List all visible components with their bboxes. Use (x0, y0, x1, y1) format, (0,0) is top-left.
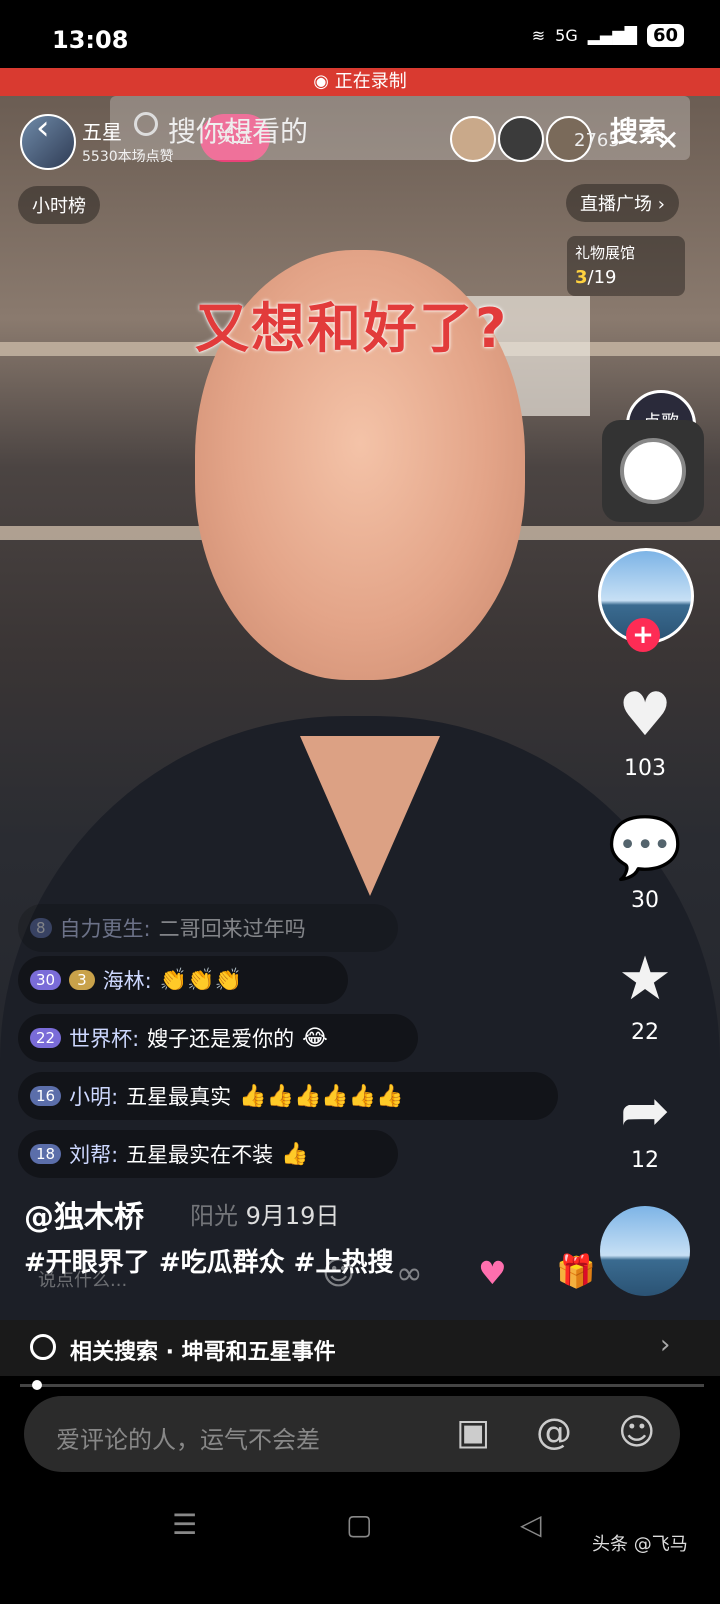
live-square-label: 直播广场 (580, 194, 652, 215)
comment-emoji: 👍 (281, 1141, 309, 1167)
star-icon[interactable]: ★ (600, 944, 690, 1014)
gift-hall-title: 礼物展馆 (575, 244, 636, 262)
post-date-text: 9月19日 (245, 1202, 340, 1230)
menu-icon[interactable]: ☰ (172, 1508, 197, 1541)
viewer-avatars[interactable] (450, 116, 592, 162)
heart-gift-icon[interactable]: ♥ (478, 1254, 507, 1292)
network-label: 5G (555, 26, 578, 45)
gift-progress-total: /19 (587, 267, 617, 288)
comment-emoji: 👍👍👍👍👍👍 (239, 1083, 404, 1109)
comment-user: 小明: (69, 1085, 119, 1109)
video-progress-bar[interactable] (20, 1384, 704, 1387)
signal-icon: ▂▄▆█ (587, 26, 637, 45)
like-count: 103 (624, 756, 666, 781)
record-dot-icon: ◉ (313, 71, 335, 92)
related-search-label: 相关搜索 · 坤哥和五星事件 (70, 1340, 336, 1365)
level-badge: 8 (30, 918, 52, 938)
level-badge: 30 (30, 970, 62, 990)
live-comment: 18 刘帮: 五星最实在不装 👍 (18, 1130, 398, 1178)
hour-rank-button[interactable]: 小时榜 (18, 186, 100, 224)
author-handle[interactable]: @独木桥 (24, 1192, 144, 1236)
share-count: 12 (631, 1148, 659, 1173)
gift-hall-card[interactable]: 礼物展馆 3/19 (567, 236, 685, 296)
live-comment: 8 自力更生: 二哥回来过年吗 (18, 904, 398, 952)
level-badge: 16 (30, 1086, 62, 1106)
image-icon[interactable]: ▣ (456, 1412, 490, 1453)
favorite-count: 22 (631, 1020, 659, 1045)
search-icon (30, 1334, 56, 1360)
faded-comment: 阳光 (190, 1202, 238, 1230)
link-icon[interactable]: ∞ (396, 1254, 423, 1292)
comment-text: 嫂子还是爱你的 (147, 1027, 295, 1051)
comment-input[interactable]: 爱评论的人，运气不会差 (56, 1420, 320, 1455)
watermark: 头条 @飞马 (592, 1534, 688, 1555)
comment-user: 海林: (102, 969, 152, 993)
status-indicators: ≋ 5G ▂▄▆█ 60 (532, 24, 684, 47)
viewer-avatar[interactable] (498, 116, 544, 162)
level-badge: 18 (30, 1144, 62, 1164)
comment-emoji: 😂 (302, 1025, 328, 1051)
viewer-avatar[interactable] (450, 116, 496, 162)
share-icon[interactable]: ➦ (600, 1076, 690, 1146)
gift-progress-current: 3 (575, 267, 588, 288)
follow-plus-icon[interactable]: + (626, 618, 660, 652)
screen-record-button[interactable] (602, 420, 704, 522)
back-nav-icon[interactable]: ◁ (520, 1508, 542, 1541)
live-comment: 16 小明: 五星最真实 👍👍👍👍👍👍 (18, 1072, 558, 1120)
post-date: 阳光 9月19日 (190, 1196, 339, 1231)
recording-label: 正在录制 (334, 71, 407, 92)
gift-progress: 3/19 (575, 267, 677, 288)
heart-icon[interactable]: ♥ (600, 680, 690, 750)
live-square-button[interactable]: 直播广场 › (566, 184, 679, 222)
chevron-right-icon: › (660, 1330, 671, 1360)
fan-badge: 3 (69, 970, 95, 990)
comment-text: 二哥回来过年吗 (158, 917, 306, 941)
gift-icon[interactable]: 🎁 (556, 1252, 596, 1290)
comment-text: 五星最实在不装 (126, 1143, 274, 1167)
music-disc-icon[interactable] (600, 1206, 690, 1296)
comment-user: 自力更生: (59, 917, 151, 941)
comment-emoji: 👏👏👏 (159, 967, 242, 993)
live-comment: 22 世界杯: 嫂子还是爱你的 😂 (18, 1014, 418, 1062)
comment-user: 刘帮: (69, 1143, 119, 1167)
wifi-icon: ≋ (531, 26, 546, 45)
overlay-title: 又想和好了? (195, 297, 509, 360)
recording-banner: ◉ 正在录制 (0, 68, 720, 96)
battery-icon: 60 (646, 24, 684, 47)
mention-icon[interactable]: @ (536, 1412, 572, 1453)
status-time: 13:08 (52, 26, 129, 54)
level-badge: 22 (30, 1028, 62, 1048)
progress-handle[interactable] (32, 1380, 42, 1390)
emoji-icon[interactable]: ☺ (322, 1254, 355, 1292)
comment-user: 世界杯: (69, 1027, 140, 1051)
record-icon (620, 438, 686, 504)
comment-icon[interactable]: 💬 (600, 812, 690, 883)
home-icon[interactable]: ▢ (346, 1508, 372, 1541)
close-icon[interactable]: ✕ (656, 124, 679, 157)
live-comment: 30 3 海林: 👏👏👏 (18, 956, 348, 1004)
comment-count: 30 (631, 888, 659, 913)
related-search-bar[interactable]: 相关搜索 · 坤哥和五星事件 › (0, 1320, 720, 1376)
chevron-right-icon: › (657, 194, 665, 215)
back-icon[interactable]: ‹ (36, 108, 50, 148)
live-chat-input[interactable]: 说点什么... (38, 1266, 127, 1292)
status-bar: 13:08 ≋ 5G ▂▄▆█ 60 (0, 0, 720, 68)
search-icon (134, 112, 158, 136)
comment-text: 五星最真实 (126, 1085, 232, 1109)
emoji-icon[interactable]: ☺ (618, 1412, 656, 1453)
search-input[interactable]: 搜你想看的 (168, 110, 308, 150)
